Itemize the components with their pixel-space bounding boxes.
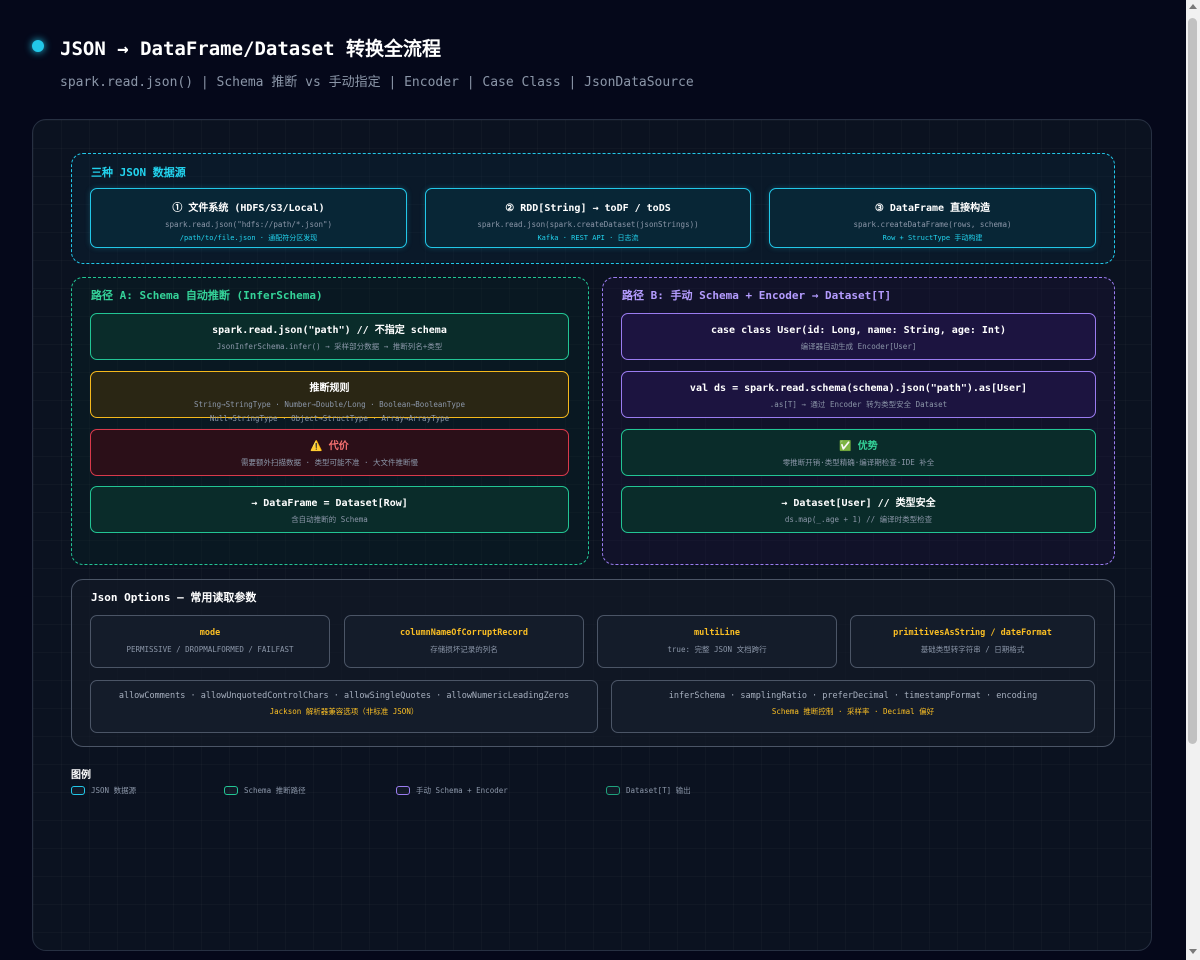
legend-title: 图例 (71, 770, 91, 781)
source-hint: /path/to/file.json · 通配符分区发现 (179, 234, 318, 242)
option-note: Jackson 解析器兼容选项（非标准 JSON） (269, 707, 419, 716)
option-name: mode (199, 628, 221, 638)
option-primitives-dateformat: primitivesAsString / dateFormat 基础类型转字符串… (850, 615, 1095, 668)
node-desc: 编译器自动生成 Encoder[User] (800, 342, 917, 351)
option-name: columnNameOfCorruptRecord (400, 628, 528, 638)
legend-item-manual: 手动 Schema + Encoder (396, 784, 508, 796)
legend-item-source: JSON 数据源 (71, 784, 136, 796)
source-node-dataframe: ③ DataFrame 直接构造 spark.createDataFrame(r… (769, 188, 1096, 248)
scrollbar-thumb[interactable] (1188, 18, 1197, 744)
legend-label: JSON 数据源 (91, 785, 137, 795)
header-dot (32, 40, 44, 52)
source-title: ② RDD[String] → toDF / toDS (505, 203, 671, 214)
node-desc: .as[T] → 通过 Encoder 转为类型安全 Dataset (769, 400, 948, 409)
path-a-cost-node: ⚠️ 代价 需要额外扫描数据 · 类型可能不准 · 大文件推断慢 (90, 429, 569, 476)
option-corrupt-record: columnNameOfCorruptRecord 存储损坏记录的列名 (344, 615, 584, 668)
json-options-group: Json Options — 常用读取参数 mode PERMISSIVE / … (71, 579, 1115, 747)
path-b-group: 路径 B: 手动 Schema + Encoder → Dataset[T] c… (602, 277, 1115, 565)
option-desc: 存储损坏记录的列名 (430, 645, 498, 654)
legend-item-dataset: Dataset[T] 输出 (606, 784, 691, 796)
node-title: → DataFrame = Dataset[Row] (251, 498, 408, 509)
diagram-canvas: 三种 JSON 数据源 ① 文件系统 (HDFS/S3/Local) spark… (32, 119, 1152, 951)
legend-swatch (396, 785, 410, 795)
path-a-rules-node: 推断规则 String→StringType · Number→Double/L… (90, 371, 569, 423)
source-hint: Kafka · REST API · 日志流 (537, 234, 639, 242)
legend-item-infer: Schema 推断路径 (224, 784, 306, 796)
node-desc: 含自动推断的 Schema (291, 515, 368, 524)
option-list: inferSchema · samplingRatio · preferDeci… (668, 691, 1038, 701)
node-title: ⚠️ 代价 (310, 441, 349, 452)
page-title: JSON → DataFrame/Dataset 转换全流程 (60, 38, 441, 60)
node-desc: 需要额外扫描数据 · 类型可能不准 · 大文件推断慢 (240, 458, 419, 467)
option-note: Schema 推断控制 · 采样率 · Decimal 偏好 (771, 707, 935, 716)
option-name: primitivesAsString / dateFormat (893, 628, 1052, 638)
scroll-down-icon[interactable] (1189, 949, 1197, 954)
option-mode: mode PERMISSIVE / DROPMALFORMED / FAILFA… (90, 615, 330, 668)
page-subtitle: spark.read.json() | Schema 推断 vs 手动指定 | … (60, 75, 694, 90)
legend-swatch (71, 785, 85, 795)
node-desc: ds.map(_.age + 1) // 编译时类型检查 (784, 515, 933, 524)
node-desc: String→StringType · Number→Double/Long ·… (194, 400, 465, 409)
option-multiline: multiLine true: 完整 JSON 文档跨行 (597, 615, 837, 668)
path-a-group: 路径 A: Schema 自动推断 (InferSchema) spark.re… (71, 277, 589, 565)
legend-label: 手动 Schema + Encoder (416, 785, 508, 795)
source-title: ① 文件系统 (HDFS/S3/Local) (172, 203, 325, 214)
legend-label: Dataset[T] 输出 (626, 785, 691, 795)
node-title: → Dataset[User] // 类型安全 (781, 498, 936, 509)
sources-group-title: 三种 JSON 数据源 (91, 166, 186, 179)
option-desc: PERMISSIVE / DROPMALFORMED / FAILFAST (126, 645, 294, 654)
legend-swatch (606, 785, 620, 795)
node-desc: 零推断开销·类型精确·编译期检查·IDE 补全 (782, 458, 935, 467)
json-options-title: Json Options — 常用读取参数 (91, 591, 257, 604)
node-desc-2: Null→StringType · Object→StructType · Ar… (209, 414, 450, 423)
node-desc: JsonInferSchema.infer() → 采样部分数据 → 推断列名+… (216, 342, 443, 351)
source-node-rdd: ② RDD[String] → toDF / toDS spark.read.j… (425, 188, 751, 248)
path-a-output-node: → DataFrame = Dataset[Row] 含自动推断的 Schema (90, 486, 569, 533)
source-node-filesystem: ① 文件系统 (HDFS/S3/Local) spark.read.json("… (90, 188, 407, 248)
path-b-case-class-node: case class User(id: Long, name: String, … (621, 313, 1096, 360)
vertical-scrollbar[interactable] (1186, 0, 1200, 960)
legend-swatch (224, 785, 238, 795)
node-title: val ds = spark.read.schema(schema).json(… (689, 383, 1028, 394)
path-a-title: 路径 A: Schema 自动推断 (InferSchema) (91, 289, 323, 302)
option-jackson-group: allowComments · allowUnquotedControlChar… (90, 680, 598, 733)
option-name: multiLine (693, 628, 741, 638)
scroll-up-icon[interactable] (1189, 4, 1197, 9)
path-b-advantage-node: ✅ 优势 零推断开销·类型精确·编译期检查·IDE 补全 (621, 429, 1096, 476)
sources-group: 三种 JSON 数据源 ① 文件系统 (HDFS/S3/Local) spark… (71, 153, 1115, 264)
source-title: ③ DataFrame 直接构造 (874, 203, 991, 214)
path-a-read-node: spark.read.json("path") // 不指定 schema Js… (90, 313, 569, 360)
option-list: allowComments · allowUnquotedControlChar… (118, 691, 570, 701)
path-b-output-node: → Dataset[User] // 类型安全 ds.map(_.age + 1… (621, 486, 1096, 533)
legend-label: Schema 推断路径 (244, 785, 306, 795)
node-title: ✅ 优势 (839, 441, 878, 452)
source-hint: Row + StructType 手动构建 (882, 234, 983, 242)
node-title: spark.read.json("path") // 不指定 schema (212, 325, 447, 336)
source-code: spark.read.json("hdfs://path/*.json") (164, 220, 333, 229)
path-b-read-node: val ds = spark.read.schema(schema).json(… (621, 371, 1096, 418)
source-code: spark.createDataFrame(rows, schema) (853, 220, 1012, 229)
option-desc: true: 完整 JSON 文档跨行 (667, 645, 767, 654)
option-schema-group: inferSchema · samplingRatio · preferDeci… (611, 680, 1095, 733)
path-b-title: 路径 B: 手动 Schema + Encoder → Dataset[T] (622, 289, 892, 302)
node-title: 推断规则 (309, 383, 350, 394)
option-desc: 基础类型转字符串 / 日期格式 (920, 645, 1025, 654)
source-code: spark.read.json(spark.createDataset(json… (477, 220, 699, 229)
node-title: case class User(id: Long, name: String, … (710, 325, 1006, 336)
